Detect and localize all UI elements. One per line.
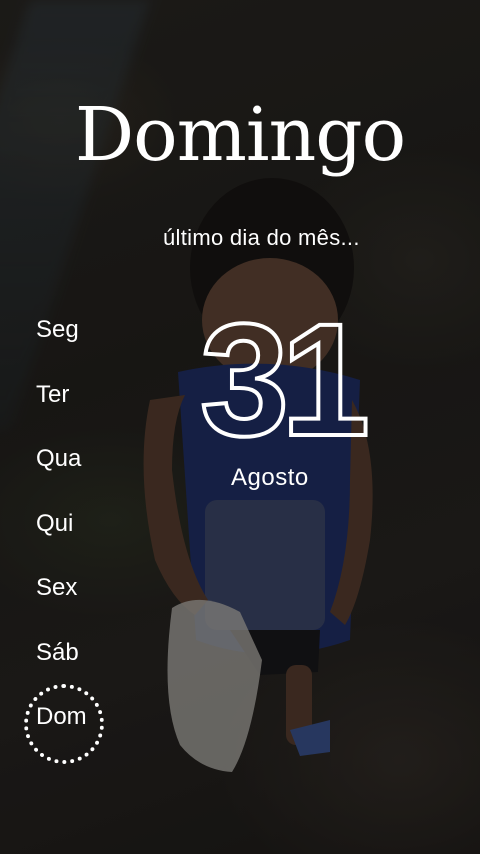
subtitle: último dia do mês... [163,225,360,250]
weekday-label: Qui [36,509,74,537]
weekday-dom: Dom [24,684,136,766]
weekday-list: Seg Ter Qua Qui Sex Sáb Dom [24,314,136,766]
weekday-label: Sáb [36,638,79,666]
weekday-qua: Qua [36,443,136,508]
weekday-sex: Sex [36,572,136,637]
day-number: 31 [198,290,372,469]
weekday-title: Domingo [74,92,406,178]
weekday-label: Qua [36,445,82,472]
weekday-seg: Seg [36,314,136,379]
weekday-label: Seg [36,316,79,343]
month-label: Agosto [231,464,309,491]
weekday-label: Sex [36,574,78,601]
weekday-qui: Qui [36,508,136,573]
weekday-ter: Ter [36,379,136,444]
weekday-label: Ter [36,380,70,408]
active-day-ring [24,684,104,764]
